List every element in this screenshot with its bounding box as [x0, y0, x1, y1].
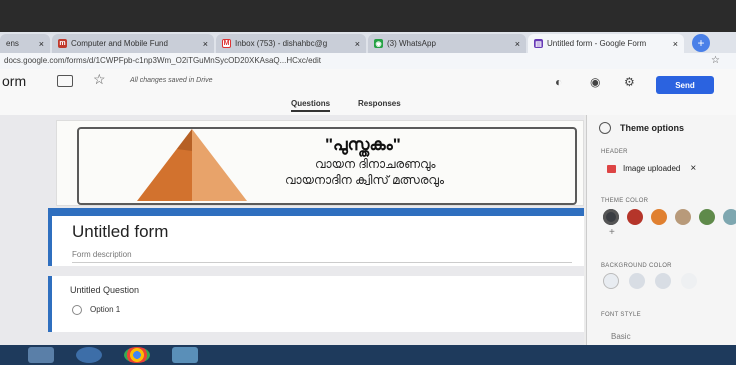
header-title: "പുസ്തകം": [325, 135, 401, 154]
star-icon[interactable]: ☆: [93, 71, 106, 88]
taskbar: [0, 345, 736, 365]
palette-icon[interactable]: ◐: [555, 75, 562, 89]
theme-color-label: THEME COLOR: [601, 198, 649, 204]
screen: ens × m Computer and Mobile Fund × M Inbox…: [0, 0, 736, 365]
browser-tab-strip: ens × m Computer and Mobile Fund × M Inbox…: [0, 32, 736, 53]
close-tab-icon[interactable]: ×: [667, 39, 678, 49]
background-color-swatch[interactable]: [681, 273, 697, 289]
new-tab-button[interactable]: +: [692, 34, 710, 52]
theme-color-swatch[interactable]: [675, 209, 691, 225]
tab-label: Inbox (753) - dishahbc@g: [235, 39, 328, 48]
background-color-label: BACKGROUND COLOR: [601, 263, 672, 269]
terminal-icon[interactable]: [172, 347, 198, 363]
tab-label: Computer and Mobile Fund: [71, 39, 168, 48]
form-tabs: Questions Responses: [0, 99, 736, 115]
radio-option-icon: [72, 305, 82, 315]
theme-color-swatch[interactable]: [723, 209, 736, 225]
add-color-icon[interactable]: +: [609, 227, 615, 238]
form-title-card[interactable]: Untitled form Form description: [48, 208, 584, 266]
preview-eye-icon[interactable]: ◉: [590, 75, 600, 89]
whatsapp-icon: ◉: [374, 39, 383, 48]
send-button[interactable]: Send: [656, 76, 714, 94]
m-icon: m: [58, 39, 67, 48]
address-bar[interactable]: docs.google.com/forms/d/1CWPFpb-c1np3Wm_…: [0, 53, 736, 69]
header-image: "പുസ്തകം" വായന ദിനാചരണവും വായനാദിന ക്വിസ…: [56, 120, 584, 206]
palette-icon: [599, 122, 611, 134]
close-tab-icon[interactable]: ×: [349, 39, 360, 49]
folder-icon[interactable]: [57, 75, 73, 87]
image-chip-label: Image uploaded: [623, 164, 681, 173]
image-icon: [607, 164, 616, 173]
url-text: docs.google.com/forms/d/1CWPFpb-c1np3Wm_…: [4, 56, 321, 65]
remove-image-icon[interactable]: ×: [690, 163, 696, 174]
pyramid-graphic: [137, 129, 247, 201]
theme-options-panel: Theme options HEADER Image uploaded × TH…: [586, 115, 736, 345]
save-status: All changes saved in Drive: [130, 77, 213, 84]
theme-color-swatch[interactable]: [603, 209, 619, 225]
form-name[interactable]: orm: [2, 73, 26, 89]
browser-tab[interactable]: m Computer and Mobile Fund ×: [52, 34, 214, 53]
form-title[interactable]: Untitled form: [72, 222, 168, 242]
chrome-icon[interactable]: [124, 347, 150, 363]
description-underline: [72, 262, 572, 263]
header-subtitle-2: വായനാദിന ക്വിസ് മത്സരവും: [285, 173, 444, 187]
browser-tab-active[interactable]: ▤ Untitled form - Google Form ×: [528, 34, 684, 53]
background-color-swatch[interactable]: [655, 273, 671, 289]
app-icon[interactable]: [76, 347, 102, 363]
tab-responses[interactable]: Responses: [358, 99, 401, 108]
header-subtitle-1: വായന ദിനാചരണവും: [315, 157, 436, 171]
font-style-value[interactable]: Basic: [611, 332, 631, 341]
forms-toolbar: orm ☆ All changes saved in Drive ◐ ◉ ⚙: [0, 69, 736, 99]
theme-color-swatch[interactable]: [627, 209, 643, 225]
browser-tab[interactable]: ◉ (3) WhatsApp ×: [368, 34, 526, 53]
image-uploaded-chip[interactable]: Image uploaded ×: [607, 163, 696, 174]
browser-tab[interactable]: M Inbox (753) - dishahbc@g ×: [216, 34, 366, 53]
theme-color-swatch[interactable]: [651, 209, 667, 225]
tab-label: Untitled form - Google Form: [547, 39, 647, 48]
question-card[interactable]: Untitled Question Option 1: [48, 276, 584, 332]
font-style-label: FONT STYLE: [601, 312, 641, 318]
browser-tab[interactable]: ens ×: [0, 34, 50, 53]
question-title[interactable]: Untitled Question: [70, 285, 139, 295]
close-tab-icon[interactable]: ×: [33, 39, 44, 49]
gmail-icon: M: [222, 39, 231, 48]
theme-panel-header: Theme options: [599, 122, 684, 134]
header-section-label: HEADER: [601, 149, 628, 155]
theme-panel-title: Theme options: [620, 123, 685, 133]
option-label[interactable]: Option 1: [90, 305, 120, 314]
background-color-swatch[interactable]: [603, 273, 619, 289]
close-tab-icon[interactable]: ×: [509, 39, 520, 49]
monitor-bezel: [0, 0, 736, 32]
settings-gear-icon[interactable]: ⚙: [624, 75, 635, 89]
tab-label: ens: [6, 39, 19, 48]
forms-icon: ▤: [534, 39, 543, 48]
background-color-swatch[interactable]: [629, 273, 645, 289]
bookmark-star-icon[interactable]: ☆: [711, 55, 720, 66]
file-explorer-icon[interactable]: [28, 347, 54, 363]
form-description[interactable]: Form description: [72, 250, 132, 259]
theme-color-swatch[interactable]: [699, 209, 715, 225]
tab-label: (3) WhatsApp: [387, 39, 436, 48]
tab-questions[interactable]: Questions: [291, 99, 331, 112]
close-tab-icon[interactable]: ×: [197, 39, 208, 49]
